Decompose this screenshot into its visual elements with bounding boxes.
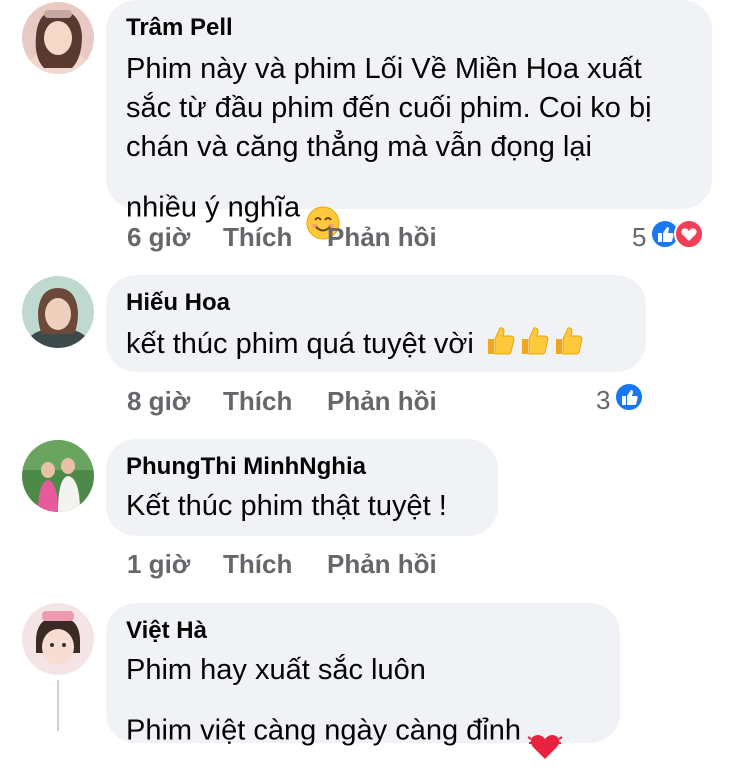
- thumbs-up-icon: [484, 323, 516, 368]
- reply-link[interactable]: Phản hồi: [327, 222, 437, 253]
- reply-thread-line: [57, 680, 59, 731]
- like-link[interactable]: Thích: [223, 386, 292, 417]
- reaction-count: 5: [632, 222, 647, 252]
- like-reaction-icon: [614, 382, 645, 419]
- like-link[interactable]: Thích: [223, 222, 292, 253]
- reaction-count: 3: [596, 385, 611, 415]
- comment-author[interactable]: Hiếu Hoa: [126, 289, 626, 317]
- reply-link[interactable]: Phản hồi: [327, 549, 437, 580]
- comment-text: Phim này và phim Lối Về Miền Hoa xuất sắ…: [126, 50, 692, 251]
- comment-text: Phim hay xuất sắc luôn Phim việt càng ng…: [126, 651, 600, 774]
- comment-time[interactable]: 8 giờ: [127, 386, 190, 417]
- comment-bubble: Trâm Pell Phim này và phim Lối Về Miền H…: [106, 0, 712, 240]
- thumbs-up-icon: [518, 323, 550, 368]
- thumbs-up-icon: [552, 323, 584, 368]
- reaction-summary[interactable]: 3: [596, 382, 645, 419]
- avatar[interactable]: [22, 2, 94, 74]
- avatar[interactable]: [22, 276, 94, 348]
- comment-author[interactable]: Việt Hà: [126, 617, 600, 645]
- comment-author[interactable]: PhungThi MinhNghia: [126, 453, 478, 481]
- thumbs-up-row: [474, 327, 584, 360]
- comment-time[interactable]: 1 giờ: [127, 549, 190, 580]
- comment-bubble: Việt Hà Phim hay xuất sắc luôn Phim việt…: [106, 603, 620, 759]
- comment-text: Kết thúc phim thật tuyệt !: [126, 490, 447, 522]
- avatar[interactable]: [22, 440, 94, 512]
- comment-text: kết thúc phim quá tuyệt vời: [126, 323, 626, 368]
- comment-bubble: Hiếu Hoa kết thúc phim quá tuyệt vời: [106, 275, 646, 372]
- avatar[interactable]: [22, 603, 94, 675]
- comment-bubble: PhungThi MinhNghia Kết thúc phim thật tu…: [106, 439, 498, 536]
- love-reaction-icon: [674, 219, 705, 256]
- like-link[interactable]: Thích: [223, 549, 292, 580]
- comment-time[interactable]: 6 giờ: [127, 222, 190, 253]
- reaction-summary[interactable]: 5: [632, 219, 705, 256]
- beating-heart-icon: [527, 690, 563, 774]
- comment-author[interactable]: Trâm Pell: [126, 14, 692, 42]
- reply-link[interactable]: Phản hồi: [327, 386, 437, 417]
